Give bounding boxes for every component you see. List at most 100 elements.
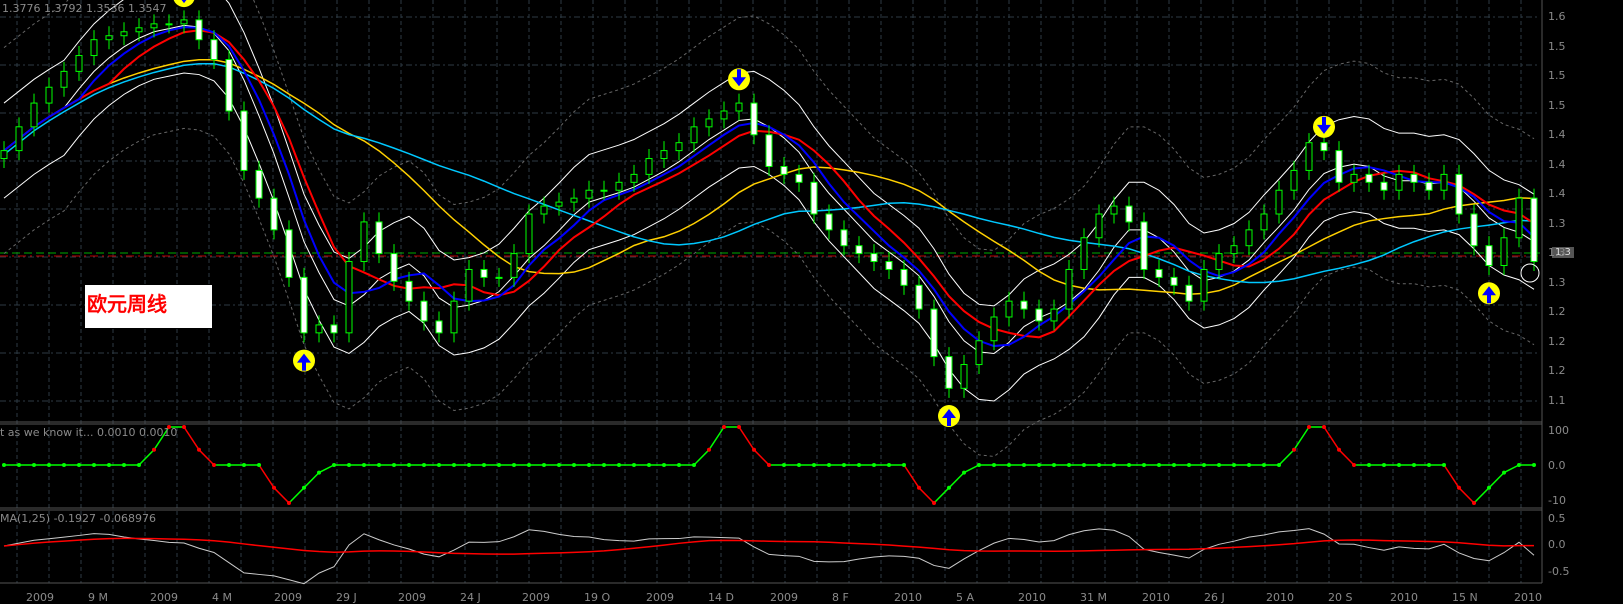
oscillator-dot bbox=[1007, 463, 1011, 467]
candle-body bbox=[465, 268, 473, 302]
candle-body bbox=[1260, 213, 1268, 231]
candle-body bbox=[570, 197, 578, 203]
candle-body bbox=[1530, 197, 1538, 263]
oscillator-dot bbox=[1367, 463, 1371, 467]
candle-body bbox=[30, 102, 38, 128]
oscillator-dot bbox=[497, 463, 501, 467]
oscillator-dot bbox=[977, 463, 981, 467]
candle-body bbox=[810, 181, 818, 215]
candle-body bbox=[990, 316, 998, 342]
candle-body bbox=[1455, 173, 1463, 215]
candle-body bbox=[330, 324, 338, 334]
date-tick: 29 J bbox=[336, 591, 357, 604]
candle-body bbox=[375, 221, 383, 255]
candle-body bbox=[1170, 276, 1178, 286]
candle-body bbox=[150, 23, 158, 29]
oscillator-dot bbox=[32, 463, 36, 467]
oscillator-dot bbox=[227, 463, 231, 467]
oscillator-segment bbox=[318, 464, 335, 474]
indicator1-label: t as we know it... 0.0010 0.0010 bbox=[0, 426, 178, 439]
oscillator-dot bbox=[1292, 447, 1296, 452]
candle-body bbox=[1425, 181, 1433, 191]
ind2-axis-bottom: -0.5 bbox=[1548, 565, 1570, 578]
oscillator-dot bbox=[707, 447, 711, 452]
oscillator-dot bbox=[992, 463, 996, 467]
oscillator-dot bbox=[887, 463, 891, 467]
date-tick: 9 M bbox=[88, 591, 108, 604]
oscillator-dot bbox=[302, 485, 306, 490]
annotation-text: 欧元周线 bbox=[87, 292, 167, 316]
candle-body bbox=[420, 300, 428, 322]
candle-body bbox=[645, 158, 653, 175]
candle-body bbox=[225, 59, 233, 112]
oscillator-segment bbox=[1323, 426, 1340, 451]
candle-body bbox=[975, 340, 983, 366]
long-ma bbox=[3, 59, 1535, 295]
candle-body bbox=[735, 102, 743, 112]
oscillator-dot bbox=[242, 463, 246, 467]
oscillator-dot bbox=[2, 463, 6, 467]
date-tick: 26 J bbox=[1204, 591, 1225, 604]
candle-body bbox=[915, 284, 923, 310]
oscillator-segment bbox=[753, 449, 770, 466]
price-tick: 1.2 bbox=[1548, 364, 1566, 377]
candle-body bbox=[165, 23, 173, 26]
date-tick: 2010 bbox=[1142, 591, 1170, 604]
oscillator-dot bbox=[1382, 463, 1386, 467]
candle-body bbox=[15, 126, 23, 152]
oscillator-dot bbox=[1532, 463, 1536, 467]
candle-body bbox=[1500, 237, 1508, 266]
candle-body bbox=[390, 253, 398, 282]
oscillator-dot bbox=[77, 463, 81, 467]
candle-body bbox=[1245, 229, 1253, 247]
candle-body bbox=[930, 308, 938, 358]
oscillator-segment bbox=[708, 426, 725, 451]
price-tick: 1.3 bbox=[1548, 275, 1566, 289]
oscillator-dot bbox=[1247, 463, 1251, 467]
ind1-axis-mid: 0.0 bbox=[1548, 459, 1566, 472]
oscillator-segment bbox=[1338, 449, 1355, 466]
oscillator-dot bbox=[1472, 501, 1476, 505]
price-tick: 1.5 bbox=[1548, 98, 1566, 112]
price-tick: 1.2 bbox=[1548, 334, 1566, 348]
candle-body bbox=[750, 102, 758, 136]
date-tick: 2010 bbox=[894, 591, 922, 604]
price-tick: 1.2 bbox=[1548, 305, 1566, 318]
oscillator-dot bbox=[1397, 463, 1401, 467]
oscillator-dot bbox=[287, 501, 291, 505]
candle-body bbox=[690, 126, 698, 144]
oscillator-dot bbox=[512, 463, 516, 467]
oscillator-dot bbox=[1097, 463, 1101, 467]
oscillator-dot bbox=[1337, 447, 1341, 452]
oscillator-dot bbox=[1172, 463, 1176, 467]
oscillator-dot bbox=[407, 463, 411, 467]
candle-body bbox=[675, 142, 683, 152]
candle-body bbox=[1140, 221, 1148, 270]
candle-body bbox=[1185, 284, 1193, 302]
oscillator-dot bbox=[1157, 463, 1161, 467]
ind1-axis-bottom: -10 bbox=[1548, 494, 1566, 507]
price-tick: 1.5 bbox=[1548, 39, 1566, 53]
candle-body bbox=[345, 261, 353, 334]
oscillator-dot bbox=[182, 425, 186, 429]
oscillator-segment bbox=[1488, 472, 1505, 489]
oscillator-dot bbox=[107, 463, 111, 467]
oscillator-dot bbox=[842, 463, 846, 467]
candle-body bbox=[1515, 197, 1523, 239]
candle-body bbox=[300, 276, 308, 334]
date-tick: 2010 bbox=[1266, 591, 1294, 604]
oscillator-dot bbox=[557, 463, 561, 467]
oscillator-segment bbox=[303, 472, 320, 489]
oscillator-dot bbox=[872, 463, 876, 467]
date-tick: 2010 bbox=[1514, 591, 1542, 604]
ind2-axis-mid: 0.0 bbox=[1548, 538, 1566, 551]
candle-body bbox=[240, 110, 248, 171]
oscillator-segment bbox=[693, 449, 710, 466]
oscillator-dot bbox=[1352, 463, 1356, 467]
oscillator-dot bbox=[1037, 463, 1041, 467]
band-middle bbox=[3, 24, 1535, 354]
oscillator-dot bbox=[1082, 463, 1086, 467]
date-tick: 4 M bbox=[212, 591, 232, 604]
oscillator-segment bbox=[1503, 464, 1520, 474]
oscillator-dot bbox=[902, 463, 906, 467]
